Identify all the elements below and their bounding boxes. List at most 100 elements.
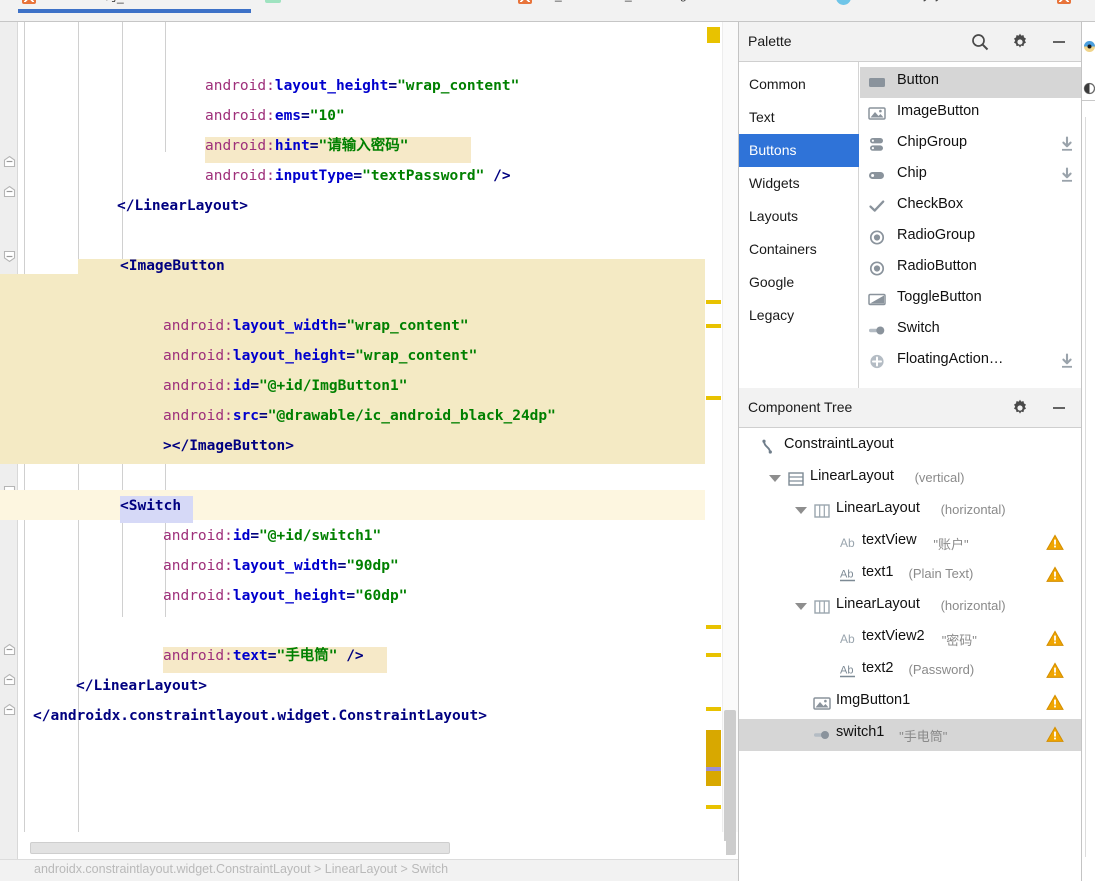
attributes-panel-edge[interactable] — [1081, 22, 1095, 881]
palette-item-checkbox[interactable]: CheckBox — [860, 191, 1082, 222]
code-line[interactable]: android:id="@+id/switch1" — [163, 521, 381, 551]
code-line[interactable]: android:inputType="textPassword" /> — [205, 161, 511, 191]
palette-item-floatingaction[interactable]: FloatingAction… — [860, 346, 1082, 377]
warning-marker[interactable] — [706, 805, 721, 809]
palette-category-layouts[interactable]: Layouts — [739, 200, 859, 233]
palette-item-switch[interactable]: Switch — [860, 315, 1082, 346]
download-icon[interactable] — [1059, 167, 1075, 184]
search-icon[interactable] — [970, 32, 990, 52]
code-text[interactable]: android:layout_height="wrap_content" andr… — [0, 22, 705, 832]
tree-row-text2[interactable]: Ab text2 (Password) — [739, 655, 1082, 687]
warning-marker-group[interactable] — [706, 730, 721, 786]
code-token: "wrap_content" — [397, 78, 520, 94]
editor-tab-strip[interactable]: 习_ _ _ g ソソ — [0, 0, 1095, 22]
palette-item-chip[interactable]: Chip — [860, 160, 1082, 191]
minimize-icon[interactable] — [1049, 32, 1069, 52]
code-line[interactable]: android:src="@drawable/ic_android_black_… — [163, 401, 556, 431]
palette-item-togglebutton[interactable]: ToggleButton — [860, 284, 1082, 315]
palette-item-chipgroup[interactable]: ChipGroup — [860, 129, 1082, 160]
editor-vertical-scrollbar[interactable] — [722, 22, 738, 855]
palette-item-radiobutton[interactable]: RadioButton — [860, 253, 1082, 284]
code-token: <Switch — [120, 498, 182, 514]
code-token: "60dp" — [355, 588, 408, 604]
linearlayout-horizontal-icon — [813, 502, 831, 520]
warning-icon[interactable] — [1046, 630, 1064, 647]
code-token: </LinearLayout> — [76, 678, 207, 694]
code-line[interactable]: android:layout_height="wrap_content" — [163, 341, 477, 371]
chipgroup-icon — [868, 136, 886, 153]
panel-divider — [1082, 100, 1095, 101]
code-editor[interactable]: android:layout_height="wrap_content" andr… — [0, 22, 738, 881]
code-line[interactable]: <ImageButton — [120, 251, 225, 281]
tree-row-textview2[interactable]: Ab textView2 "密码" — [739, 623, 1082, 655]
palette-category-widgets[interactable]: Widgets — [739, 167, 859, 200]
palette-category-text[interactable]: Text — [739, 101, 859, 134]
scrollbar-thumb[interactable] — [724, 710, 736, 855]
warning-marker[interactable] — [706, 707, 721, 711]
toggle-icon — [868, 291, 886, 308]
tree-row-textview[interactable]: Ab textView "账户" — [739, 527, 1082, 559]
component-tree-header: Component Tree — [739, 388, 1082, 428]
warning-icon[interactable] — [1046, 694, 1064, 711]
chip-icon — [868, 167, 886, 184]
download-icon[interactable] — [1059, 136, 1075, 153]
component-tree-list[interactable]: ConstraintLayout LinearLayout (vertical) Li… — [739, 429, 1082, 881]
switch-icon — [868, 322, 886, 339]
code-line[interactable]: android:layout_height="60dp" — [163, 581, 407, 611]
code-line[interactable]: android:text="手电筒" /> — [163, 641, 364, 671]
marker-todo[interactable] — [707, 27, 720, 43]
error-marker-stripe[interactable] — [705, 22, 722, 832]
warning-icon[interactable] — [1046, 726, 1064, 743]
palette-category-containers[interactable]: Containers — [739, 233, 859, 266]
h-scrollbar-thumb[interactable] — [30, 842, 450, 854]
minimize-icon[interactable] — [1049, 398, 1069, 418]
palette-item-label: FloatingAction… — [897, 351, 1004, 367]
code-line[interactable]: android:layout_height="wrap_content" — [205, 71, 519, 101]
code-line[interactable]: </androidx.constraintlayout.widget.Const… — [33, 701, 487, 731]
code-token: "@+id/ImgButton1" — [259, 378, 408, 394]
code-line[interactable]: android:hint="请输入密码" — [205, 131, 408, 161]
palette-category-legacy[interactable]: Legacy — [739, 299, 859, 332]
tree-row-linearlayout[interactable]: LinearLayout (horizontal) — [739, 591, 1082, 623]
tree-row-text1[interactable]: Ab text1 (Plain Text) — [739, 559, 1082, 591]
palette-item-radiogroup[interactable]: RadioGroup — [860, 222, 1082, 253]
code-line[interactable]: android:layout_width="90dp" — [163, 551, 399, 581]
warning-marker[interactable] — [706, 653, 721, 657]
warning-marker[interactable] — [706, 625, 721, 629]
palette-item-imagebutton[interactable]: ImageButton — [860, 98, 1082, 129]
linearlayout-horizontal-icon — [813, 598, 831, 616]
tree-row-imgbutton1[interactable]: ImgButton1 — [739, 687, 1082, 719]
gear-icon[interactable] — [1010, 398, 1030, 418]
info-marker[interactable] — [706, 767, 721, 771]
palette-category-common[interactable]: Common — [739, 68, 859, 101]
code-line[interactable]: </LinearLayout> — [76, 671, 207, 701]
breadcrumb-bar[interactable]: androidx.constraintlayout.widget.Constra… — [0, 859, 738, 881]
code-line[interactable]: </LinearLayout> — [117, 191, 248, 221]
code-line[interactable]: ></ImageButton> — [163, 431, 294, 461]
tree-row-constraintlayout[interactable]: ConstraintLayout — [739, 431, 1082, 463]
warning-icon[interactable] — [1046, 662, 1064, 679]
warning-icon[interactable] — [1046, 566, 1064, 583]
warning-marker[interactable] — [706, 300, 721, 304]
palette-category-list[interactable]: Common Text Buttons Widgets Layouts Container… — [739, 62, 859, 388]
warning-marker[interactable] — [706, 396, 721, 400]
tree-row-linearlayout[interactable]: LinearLayout (horizontal) — [739, 495, 1082, 527]
tree-row-switch1[interactable]: switch1 "手电筒" — [739, 719, 1082, 751]
chevron-down-icon[interactable] — [769, 475, 781, 482]
tree-row-name: LinearLayout — [836, 596, 920, 612]
code-line[interactable]: <Switch — [120, 491, 181, 521]
palette-item-list[interactable]: Button ImageButton ChipGroup Chip CheckBox Ra… — [860, 62, 1082, 388]
download-icon[interactable] — [1059, 353, 1075, 370]
palette-category-google[interactable]: Google — [739, 266, 859, 299]
code-line[interactable]: android:layout_width="wrap_content" — [163, 311, 469, 341]
chevron-down-icon[interactable] — [795, 603, 807, 610]
gear-icon[interactable] — [1010, 32, 1030, 52]
tree-row-linearlayout[interactable]: LinearLayout (vertical) — [739, 463, 1082, 495]
palette-item-button[interactable]: Button — [860, 67, 1082, 98]
warning-icon[interactable] — [1046, 534, 1064, 551]
palette-category-buttons[interactable]: Buttons — [739, 134, 859, 167]
chevron-down-icon[interactable] — [795, 507, 807, 514]
warning-marker[interactable] — [706, 324, 721, 328]
code-line[interactable]: android:ems="10" — [205, 101, 345, 131]
code-line[interactable]: android:id="@+id/ImgButton1" — [163, 371, 407, 401]
